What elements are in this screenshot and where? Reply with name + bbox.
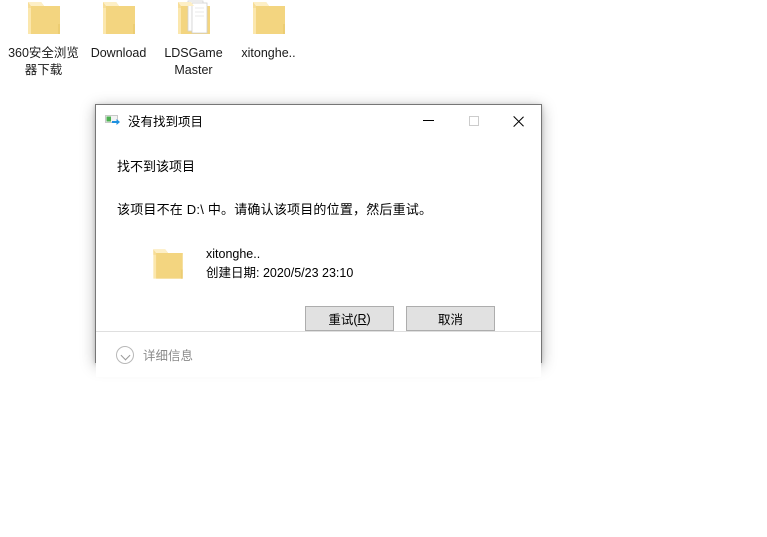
desktop-icon-label: LDSGame Master bbox=[164, 46, 223, 77]
window-controls bbox=[406, 105, 541, 136]
folder-icon bbox=[245, 0, 293, 42]
minimize-icon bbox=[423, 120, 434, 121]
move-item-icon bbox=[105, 113, 121, 129]
details-label: 详细信息 bbox=[143, 349, 194, 363]
maximize-icon bbox=[468, 115, 479, 126]
maximize-button[interactable] bbox=[451, 105, 496, 136]
cancel-button-label: 取消 bbox=[437, 313, 463, 327]
desktop-icon-label: 360安全浏览器下载 bbox=[8, 46, 79, 77]
item-info: xitonghe.. 创建日期: 2020/5/23 23:10 bbox=[146, 242, 521, 286]
details-toggle[interactable]: 详细信息 bbox=[116, 345, 193, 364]
folder-icon bbox=[95, 0, 143, 42]
desktop-icon-ldsgame-master[interactable]: LDSGame Master bbox=[156, 0, 231, 79]
folder-icon bbox=[20, 0, 68, 42]
retry-button[interactable]: 重试(R) bbox=[305, 306, 394, 331]
chevron-down-circle-icon bbox=[116, 345, 134, 364]
retry-button-accelerator: R bbox=[357, 311, 367, 326]
item-meta: xitonghe.. 创建日期: 2020/5/23 23:10 bbox=[206, 242, 353, 283]
desktop-icon-360[interactable]: 360安全浏览器下载 bbox=[6, 0, 81, 79]
dialog-button-row: 重试(R) 取消 bbox=[116, 306, 521, 331]
folder-with-documents-icon bbox=[170, 0, 218, 42]
item-name: xitonghe.. bbox=[206, 247, 261, 261]
retry-button-label: 重试( bbox=[328, 313, 358, 327]
folder-icon bbox=[146, 242, 190, 286]
dialog-heading: 找不到该项目 bbox=[117, 159, 196, 174]
desktop-icon-xitonghe[interactable]: xitonghe.. bbox=[231, 0, 306, 62]
desktop-icon-download[interactable]: Download bbox=[81, 0, 156, 62]
desktop-icon-label: xitonghe.. bbox=[241, 46, 296, 60]
desktop-background: 360安全浏览器下载 Download LDSGame Master xiton… bbox=[0, 0, 767, 537]
dialog-message: 该项目不在 D:\ 中。请确认该项目的位置，然后重试。 bbox=[117, 202, 433, 217]
retry-button-label-end: ) bbox=[366, 311, 371, 326]
dialog-titlebar[interactable]: 没有找到项目 bbox=[96, 105, 541, 136]
desktop-icon-grid: 360安全浏览器下载 Download LDSGame Master xiton… bbox=[6, 0, 306, 79]
desktop-icon-label: Download bbox=[90, 46, 147, 60]
close-button[interactable] bbox=[496, 105, 541, 136]
item-not-found-dialog: 没有找到项目 找不到该项目 该项目不在 D:\ 中。请确认该项目的位置，然后重试… bbox=[95, 104, 542, 377]
dialog-title: 没有找到项目 bbox=[128, 115, 204, 129]
dialog-body: 找不到该项目 该项目不在 D:\ 中。请确认该项目的位置，然后重试。 xiton… bbox=[96, 136, 541, 331]
close-icon bbox=[513, 115, 525, 127]
cancel-button[interactable]: 取消 bbox=[406, 306, 495, 331]
minimize-button[interactable] bbox=[406, 105, 451, 136]
item-created-date: 创建日期: 2020/5/23 23:10 bbox=[206, 266, 354, 280]
dialog-footer: 详细信息 bbox=[96, 331, 541, 377]
